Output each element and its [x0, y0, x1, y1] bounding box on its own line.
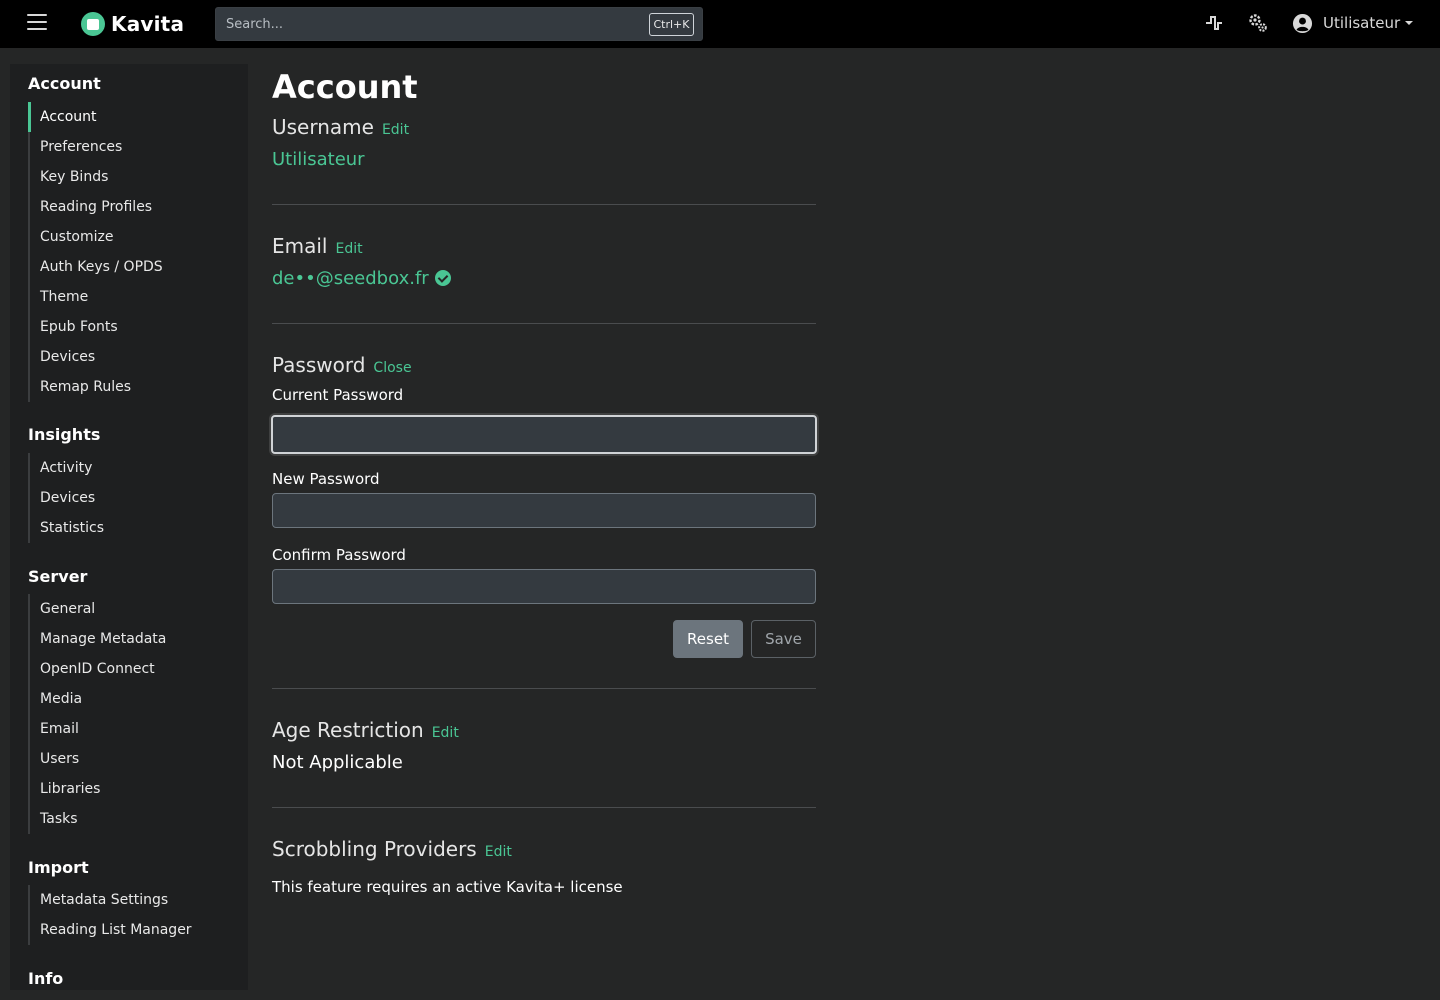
- email-value: de••@seedbox.fr: [272, 268, 429, 289]
- sidebar-group-server: General Manage Metadata OpenID Connect M…: [28, 594, 166, 834]
- settings-icon[interactable]: [1247, 12, 1269, 34]
- sidebar-group-account: Account Preferences Key Binds Reading Pr…: [28, 102, 163, 402]
- sidebar-item-insights-devices[interactable]: Devices: [30, 483, 104, 513]
- search-box[interactable]: Ctrl+K: [215, 7, 703, 41]
- edit-age-restriction-link[interactable]: Edit: [432, 725, 459, 741]
- sidebar-item-customize[interactable]: Customize: [30, 222, 163, 252]
- page-title: Account: [272, 68, 418, 106]
- sidebar-item-general[interactable]: General: [30, 594, 166, 624]
- sidebar-item-theme[interactable]: Theme: [30, 282, 163, 312]
- divider: [272, 323, 816, 324]
- verified-check-icon: [434, 270, 451, 286]
- close-password-link[interactable]: Close: [373, 360, 411, 376]
- email-value-row: de••@seedbox.fr: [272, 268, 451, 289]
- age-restriction-header: Age Restriction Edit: [272, 718, 459, 742]
- settings-sidebar: Account Account Preferences Key Binds Re…: [10, 64, 248, 990]
- user-name: Utilisateur: [1323, 14, 1401, 32]
- edit-scrobbling-link[interactable]: Edit: [485, 844, 512, 860]
- sidebar-item-remap-rules[interactable]: Remap Rules: [30, 372, 163, 402]
- sidebar-item-tasks[interactable]: Tasks: [30, 804, 166, 834]
- sidebar-item-manage-metadata[interactable]: Manage Metadata: [30, 624, 166, 654]
- sidebar-item-metadata-settings[interactable]: Metadata Settings: [30, 885, 192, 915]
- new-password-input[interactable]: [272, 493, 816, 528]
- divider: [272, 807, 816, 808]
- sidebar-section-import: Import: [28, 858, 89, 877]
- scrobbling-license-message: This feature requires an active Kavita+ …: [272, 878, 623, 896]
- search-shortcut-badge: Ctrl+K: [649, 13, 694, 36]
- username-label: Username: [272, 115, 374, 139]
- top-navbar: Kavita Ctrl+K Utilisateur: [0, 0, 1440, 48]
- sidebar-item-reading-profiles[interactable]: Reading Profiles: [30, 192, 163, 222]
- brand[interactable]: Kavita: [81, 11, 184, 37]
- new-password-label: New Password: [272, 470, 380, 488]
- divider: [272, 204, 816, 205]
- sidebar-item-preferences[interactable]: Preferences: [30, 132, 163, 162]
- kavita-logo-icon: [81, 12, 105, 36]
- brand-name: Kavita: [111, 12, 185, 36]
- age-restriction-value: Not Applicable: [272, 752, 403, 773]
- sidebar-item-media[interactable]: Media: [30, 684, 166, 714]
- user-circle-icon: [1292, 13, 1313, 33]
- username-header: Username Edit: [272, 115, 409, 139]
- password-label: Password: [272, 353, 366, 377]
- current-password-label: Current Password: [272, 386, 404, 404]
- sidebar-group-import: Metadata Settings Reading List Manager: [28, 885, 192, 945]
- sidebar-group-insights: Activity Devices Statistics: [28, 453, 104, 543]
- sidebar-item-statistics[interactable]: Statistics: [30, 513, 104, 543]
- email-label: Email: [272, 234, 328, 258]
- confirm-password-label: Confirm Password: [272, 546, 406, 564]
- reset-button[interactable]: Reset: [673, 620, 743, 658]
- scrobbling-label: Scrobbling Providers: [272, 837, 477, 861]
- edit-email-link[interactable]: Edit: [336, 241, 363, 257]
- confirm-password-input[interactable]: [272, 569, 816, 604]
- edit-username-link[interactable]: Edit: [382, 122, 409, 138]
- age-restriction-label: Age Restriction: [272, 718, 424, 742]
- sidebar-item-activity[interactable]: Activity: [30, 453, 104, 483]
- sidebar-item-openid-connect[interactable]: OpenID Connect: [30, 654, 166, 684]
- sidebar-item-epub-fonts[interactable]: Epub Fonts: [30, 312, 163, 342]
- sidebar-item-account[interactable]: Account: [28, 102, 163, 132]
- sidebar-item-email[interactable]: Email: [30, 714, 166, 744]
- sidebar-item-users[interactable]: Users: [30, 744, 166, 774]
- divider: [272, 688, 816, 689]
- scrobbling-header: Scrobbling Providers Edit: [272, 837, 512, 861]
- sidebar-section-server: Server: [28, 567, 88, 586]
- password-header: Password Close: [272, 353, 412, 377]
- save-button[interactable]: Save: [751, 620, 816, 658]
- sidebar-section-insights: Insights: [28, 425, 101, 444]
- search-input[interactable]: [216, 8, 636, 40]
- menu-icon[interactable]: [27, 14, 47, 32]
- user-menu[interactable]: Utilisateur: [1292, 11, 1414, 35]
- sidebar-item-libraries[interactable]: Libraries: [30, 774, 166, 804]
- sidebar-section-account: Account: [28, 74, 101, 93]
- chevron-down-icon: [1405, 21, 1414, 25]
- current-password-input[interactable]: [271, 415, 817, 454]
- sidebar-item-key-binds[interactable]: Key Binds: [30, 162, 163, 192]
- sidebar-item-reading-list-manager[interactable]: Reading List Manager: [30, 915, 192, 945]
- activity-icon[interactable]: [1203, 12, 1225, 34]
- username-value: Utilisateur: [272, 149, 365, 170]
- email-header: Email Edit: [272, 234, 363, 258]
- sidebar-item-auth-keys[interactable]: Auth Keys / OPDS: [30, 252, 163, 282]
- sidebar-section-info: Info: [28, 969, 64, 988]
- sidebar-item-devices[interactable]: Devices: [30, 342, 163, 372]
